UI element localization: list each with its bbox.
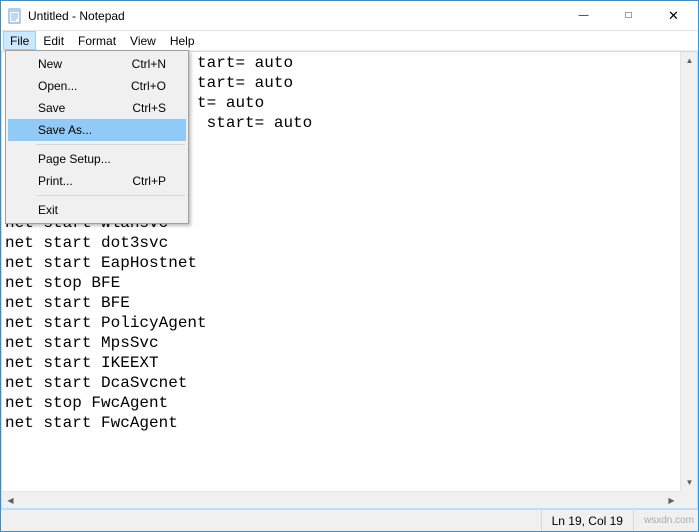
file-menu-save[interactable]: Save Ctrl+S xyxy=(8,97,186,119)
file-menu-print[interactable]: Print... Ctrl+P xyxy=(8,170,186,192)
close-button[interactable]: ✕ xyxy=(651,1,696,30)
file-menu-dropdown: New Ctrl+N Open... Ctrl+O Save Ctrl+S Sa… xyxy=(5,50,189,224)
menu-item-label: Open... xyxy=(38,79,131,93)
menu-item-label: Save As... xyxy=(38,123,166,137)
menu-separator xyxy=(36,195,185,196)
horizontal-scrollbar[interactable]: ◀ ▶ xyxy=(2,491,680,508)
maximize-button[interactable]: □ xyxy=(606,1,651,30)
title-bar: Untitled - Notepad — □ ✕ xyxy=(1,1,698,31)
scroll-down-icon[interactable]: ▼ xyxy=(681,474,698,491)
scroll-left-icon[interactable]: ◀ xyxy=(2,492,19,509)
menu-item-label: Print... xyxy=(38,174,132,188)
vertical-scrollbar[interactable]: ▲ ▼ xyxy=(680,52,697,491)
menu-item-shortcut: Ctrl+S xyxy=(132,101,166,115)
scroll-corner xyxy=(680,491,697,508)
menu-edit[interactable]: Edit xyxy=(36,31,71,50)
menu-view[interactable]: View xyxy=(123,31,163,50)
menu-bar: File Edit Format View Help xyxy=(1,31,698,51)
status-bar: Ln 19, Col 19 wsxdn.com xyxy=(1,509,698,531)
file-menu-new[interactable]: New Ctrl+N xyxy=(8,53,186,75)
window-title: Untitled - Notepad xyxy=(28,9,561,23)
menu-item-shortcut: Ctrl+N xyxy=(132,57,166,71)
minimize-button[interactable]: — xyxy=(561,1,606,30)
menu-item-shortcut: Ctrl+P xyxy=(132,174,166,188)
file-menu-exit[interactable]: Exit xyxy=(8,199,186,221)
menu-item-label: Exit xyxy=(38,203,166,217)
scroll-track-h[interactable] xyxy=(19,492,663,508)
menu-help[interactable]: Help xyxy=(163,31,202,50)
menu-item-label: Save xyxy=(38,101,132,115)
status-position: Ln 19, Col 19 xyxy=(541,510,633,531)
menu-file[interactable]: File xyxy=(3,31,36,50)
window-controls: — □ ✕ xyxy=(561,1,696,30)
menu-separator xyxy=(36,144,185,145)
file-menu-open[interactable]: Open... Ctrl+O xyxy=(8,75,186,97)
scroll-track-v[interactable] xyxy=(681,69,697,474)
scroll-right-icon[interactable]: ▶ xyxy=(663,492,680,509)
watermark: wsxdn.com xyxy=(633,510,698,531)
menu-format[interactable]: Format xyxy=(71,31,123,50)
scroll-up-icon[interactable]: ▲ xyxy=(681,52,698,69)
file-menu-page-setup[interactable]: Page Setup... xyxy=(8,148,186,170)
file-menu-save-as[interactable]: Save As... xyxy=(8,119,186,141)
menu-item-shortcut: Ctrl+O xyxy=(131,79,166,93)
notepad-app-icon xyxy=(7,8,23,24)
menu-item-label: New xyxy=(38,57,132,71)
menu-item-label: Page Setup... xyxy=(38,152,166,166)
